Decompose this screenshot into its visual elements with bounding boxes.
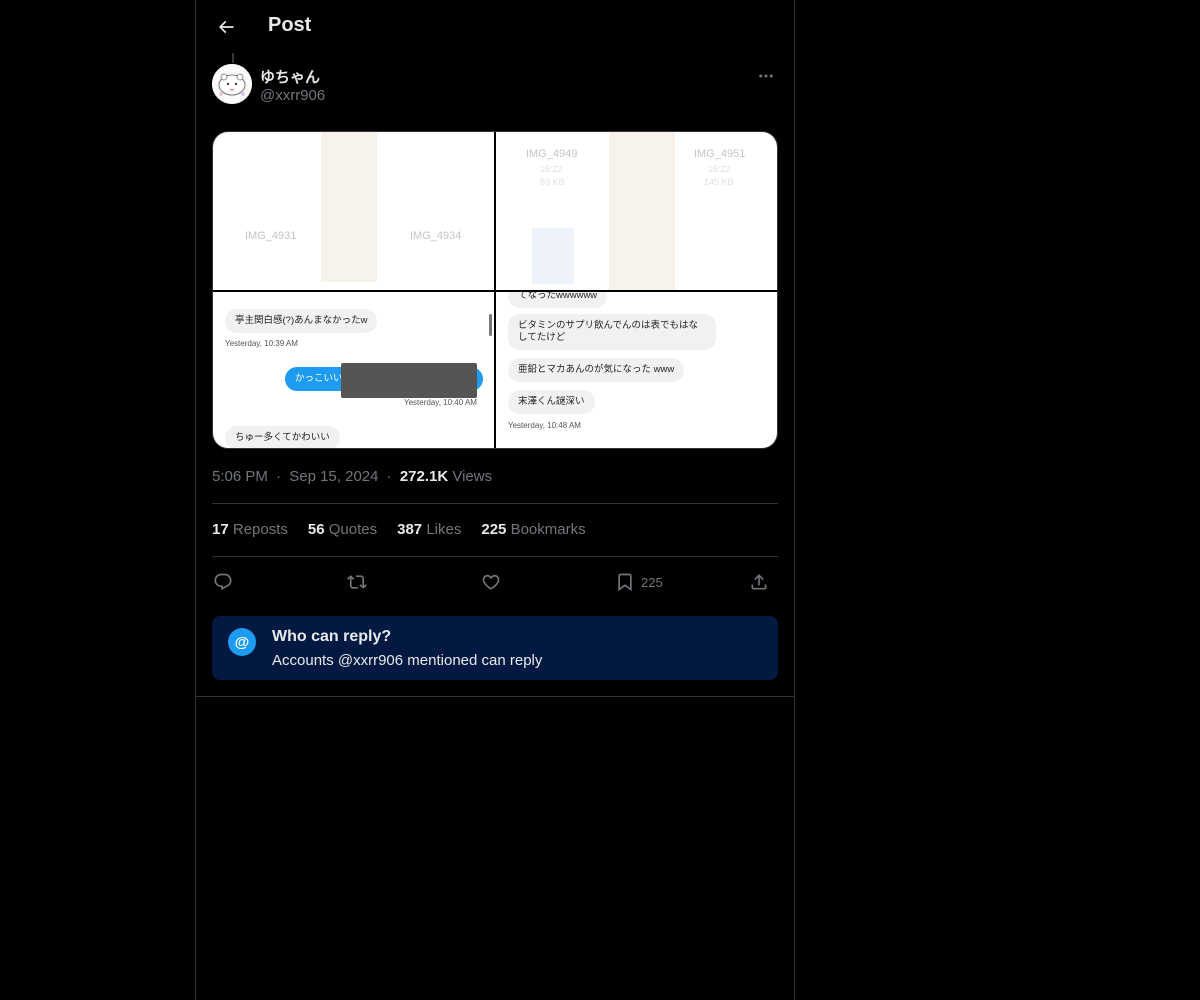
reply-restriction-notice: @ Who can reply? Accounts @xxrr906 menti… [212,616,778,680]
divider [212,556,778,557]
image-sub: 16:22 [708,164,731,174]
heart-icon [482,574,500,590]
chat-timestamp: Yesterday, 10:39 AM [225,339,298,348]
likes-stat[interactable]: 387 Likes [397,521,461,538]
chat-bubble: 亭主関白感(?)あんまなかったw [225,309,378,333]
quotes-count: 56 [307,521,325,538]
at-icon: @ [228,628,256,656]
reply-icon [214,573,232,591]
arrow-left-icon [218,20,234,34]
reply-restriction-prefix: Accounts [272,652,334,669]
views-count: 272.1K [399,468,449,485]
image-label: IMG_4949 [526,148,578,160]
views-label: Views [452,468,493,485]
media-image-3[interactable]: 亭主関白感(?)あんまなかったw Yesterday, 10:39 AM かっこ… [213,292,494,448]
chat-bubble: ちゅー多くてかわいい [225,426,340,448]
post-date[interactable]: Sep 15, 2024 [289,468,378,485]
quotes-label: Quotes [328,521,378,538]
chat-screenshot-strip [609,132,675,290]
user-handle[interactable]: @xxrr906 [260,87,325,104]
display-name[interactable]: ゆちゃん [260,66,320,87]
reposts-count: 17 [212,521,229,538]
scrollbar-mark [489,314,492,336]
post-time[interactable]: 5:06 PM [212,468,268,485]
avatar[interactable] [212,64,252,104]
more-options-button[interactable] [754,64,778,88]
post-stats: 17 Reposts 56 Quotes 387 Likes 225 Bookm… [212,521,586,538]
meta-separator: · [386,468,392,485]
bookmark-icon [618,573,632,592]
chat-bubble: 末澤くん謎深い [508,390,595,414]
bookmarks-count: 225 [481,521,507,538]
reposts-label: Reposts [232,521,288,538]
thread-connector [232,53,234,63]
chat-bubble: 亜鉛とマカあんのが気になった www [508,358,685,382]
chat-screenshot-strip [321,132,377,282]
image-label: IMG_4951 [694,148,746,160]
like-button[interactable] [481,568,501,596]
repost-button[interactable] [347,568,367,596]
post-bottom-border [196,696,794,697]
bookmark-count: 225 [641,574,663,590]
divider [212,503,778,504]
image-sub: 89 KB [540,177,565,187]
reply-restriction-title: Who can reply? [272,628,392,645]
media-image-4[interactable]: てなったwwwwww ビタミンのサプリ飲んでんのは表でもはなしてたけど 亜鉛とマ… [496,292,777,448]
redacted-block [341,363,477,398]
share-button[interactable] [749,568,769,596]
post-meta: 5:06 PM · Sep 15, 2024 · 272.1K Views [212,468,492,485]
reply-restriction-suffix: mentioned can reply [407,652,543,669]
cartoon-avatar-icon [212,64,252,104]
meta-separator: · [276,468,282,485]
post-author: ゆちゃん @xxrr906 [212,64,778,108]
page-header: Post [196,0,794,54]
chat-bubble: ビタミンのサプリ飲んでんのは表でもはなしてたけど [508,314,716,350]
chat-bubble: てなったwwwwww [508,292,608,308]
back-button[interactable] [212,13,240,41]
main-column: Post ゆちゃん @xxrr906 IMG_4931 IMG_4934 IMG… [195,0,795,1000]
reply-button[interactable] [213,568,233,596]
bookmarks-label: Bookmarks [510,521,586,538]
action-bar: 225 [212,568,778,596]
phone-screenshot [532,228,574,284]
page-title: Post [268,14,312,36]
media-image-2[interactable]: IMG_4949 16:22 89 KB IMG_4951 16:22 145 … [496,132,777,290]
repost-icon [347,575,367,589]
image-label: IMG_4934 [410,230,462,242]
bookmarks-stat[interactable]: 225 Bookmarks [481,521,585,538]
media-image-1[interactable]: IMG_4931 IMG_4934 [213,132,494,290]
chat-timestamp: Yesterday, 10:48 AM [508,421,581,430]
quotes-stat[interactable]: 56 Quotes [308,521,377,538]
bookmark-button[interactable]: 225 [615,568,663,596]
likes-count: 387 [397,521,423,538]
chat-timestamp: Yesterday, 10:40 AM [404,398,477,407]
likes-label: Likes [426,521,462,538]
image-label: IMG_4931 [245,230,297,242]
more-dots-icon [759,74,773,78]
share-icon [751,574,767,590]
reply-restriction-text: Accounts @xxrr906 mentioned can reply [272,652,542,669]
reposts-stat[interactable]: 17 Reposts [212,521,288,538]
image-sub: 16:22 [540,164,563,174]
image-sub: 145 KB [704,177,734,187]
media-grid: IMG_4931 IMG_4934 IMG_4949 16:22 89 KB I… [212,131,778,449]
mention-link[interactable]: @xxrr906 [338,652,403,669]
